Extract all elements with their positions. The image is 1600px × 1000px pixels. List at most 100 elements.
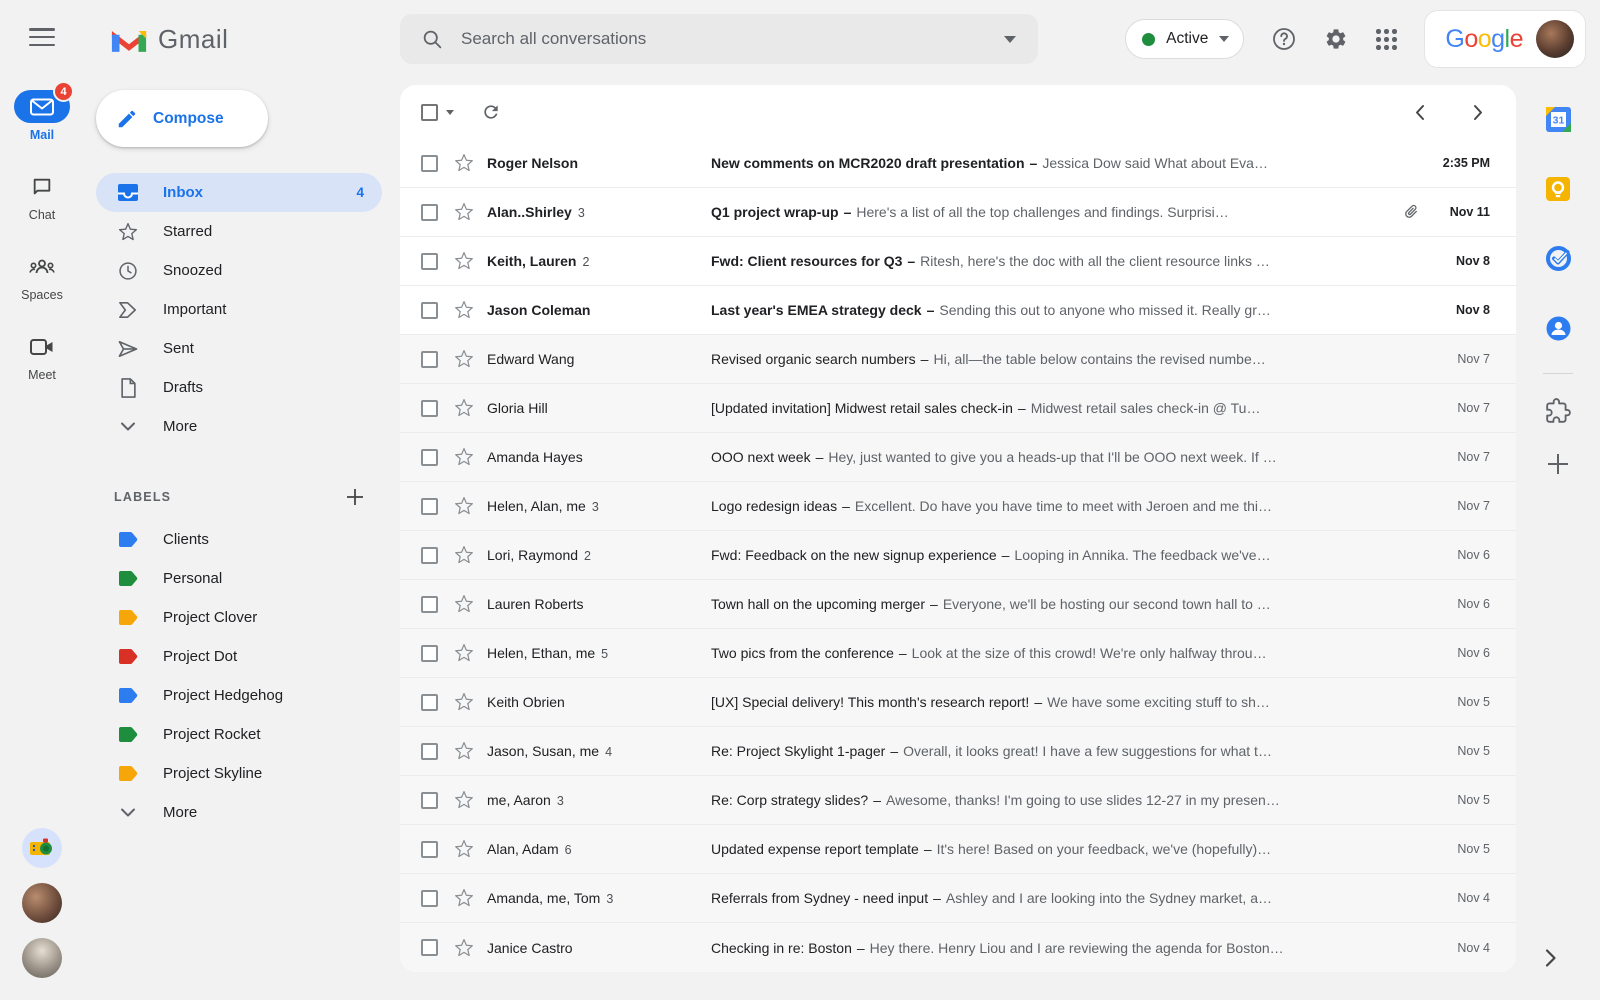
- row-checkbox[interactable]: [421, 546, 438, 564]
- row-checkbox[interactable]: [421, 252, 438, 270]
- mail-row[interactable]: Keith Obrien [UX] Special delivery! This…: [400, 678, 1516, 727]
- row-star-icon[interactable]: [454, 643, 474, 663]
- mail-row[interactable]: Janice Castro Checking in re: Boston – Hey…: [400, 923, 1516, 972]
- row-star-icon[interactable]: [454, 153, 474, 173]
- older-page-chevron-icon[interactable]: [1469, 104, 1486, 121]
- row-star-icon[interactable]: [454, 202, 474, 222]
- row-star-icon[interactable]: [454, 594, 474, 614]
- mail-row[interactable]: Helen, Ethan, me 5 Two pics from the conf…: [400, 629, 1516, 678]
- select-all-checkbox[interactable]: [421, 103, 438, 121]
- row-star-icon[interactable]: [454, 545, 474, 565]
- row-checkbox[interactable]: [421, 595, 438, 613]
- row-star-icon[interactable]: [454, 300, 474, 320]
- row-checkbox[interactable]: [421, 350, 438, 368]
- google-account-widget[interactable]: Google: [1424, 10, 1586, 68]
- sidebar-item-more[interactable]: More: [96, 407, 382, 446]
- tasks-icon[interactable]: [1545, 245, 1572, 272]
- row-checkbox[interactable]: [421, 840, 438, 858]
- rail-item-meet[interactable]: Meet: [14, 330, 70, 382]
- sidebar-label-item[interactable]: Project Rocket: [96, 715, 382, 754]
- refresh-icon[interactable]: [481, 102, 501, 122]
- row-checkbox[interactable]: [421, 448, 438, 466]
- row-star-icon[interactable]: [454, 398, 474, 418]
- row-subject-snippet: Revised organic search numbers – Hi, all—t…: [711, 351, 1266, 367]
- sidebar-label-item[interactable]: Clients: [96, 520, 382, 559]
- row-checkbox[interactable]: [421, 497, 438, 515]
- mail-row[interactable]: Gloria Hill [Updated invitation] Midwest…: [400, 384, 1516, 433]
- keep-icon[interactable]: [1545, 176, 1571, 202]
- row-checkbox[interactable]: [421, 939, 438, 956]
- sidebar-label-item[interactable]: Project Clover: [96, 598, 382, 637]
- mail-row[interactable]: Alan..Shirley 3 Q1 project wrap-up – Here's…: [400, 188, 1516, 237]
- mail-row[interactable]: Roger Nelson New comments on MCR2020 dra…: [400, 139, 1516, 188]
- row-checkbox[interactable]: [421, 889, 438, 907]
- search-options-chevron-icon[interactable]: [1004, 35, 1016, 43]
- mail-row[interactable]: Amanda Hayes OOO next week – Hey, just wan…: [400, 433, 1516, 482]
- row-star-icon[interactable]: [454, 349, 474, 369]
- newer-page-chevron-icon[interactable]: [1412, 104, 1429, 121]
- sidebar-item-sent[interactable]: Sent: [96, 329, 382, 368]
- row-star-icon[interactable]: [454, 496, 474, 516]
- sidebar-label-item[interactable]: Project Hedgehog: [96, 676, 382, 715]
- search-bar[interactable]: [400, 14, 1038, 64]
- row-star-icon[interactable]: [454, 447, 474, 467]
- mail-row[interactable]: me, Aaron 3 Re: Corp strategy slides? – Awe…: [400, 776, 1516, 825]
- status-selector[interactable]: Active: [1125, 19, 1245, 59]
- row-checkbox[interactable]: [421, 203, 438, 221]
- mail-row[interactable]: Jason Coleman Last year's EMEA strategy …: [400, 286, 1516, 335]
- compose-button[interactable]: Compose: [96, 90, 268, 147]
- contacts-icon[interactable]: [1545, 315, 1572, 342]
- row-checkbox[interactable]: [421, 301, 438, 319]
- mail-row[interactable]: Keith, Lauren 2 Fwd: Client resources for…: [400, 237, 1516, 286]
- addons-puzzle-icon[interactable]: [1545, 398, 1571, 424]
- mail-row[interactable]: Lori, Raymond 2 Fwd: Feedback on the new …: [400, 531, 1516, 580]
- user-avatar[interactable]: [1536, 20, 1574, 58]
- row-checkbox[interactable]: [421, 399, 438, 417]
- main-menu-icon[interactable]: [29, 28, 55, 46]
- rail-item-spaces[interactable]: Spaces: [14, 250, 70, 302]
- mail-row[interactable]: Lauren Roberts Town hall on the upcoming…: [400, 580, 1516, 629]
- row-star-icon[interactable]: [454, 251, 474, 271]
- create-label-plus-icon[interactable]: [346, 488, 364, 506]
- row-star-icon[interactable]: [454, 839, 474, 859]
- sidebar-label-item[interactable]: Project Dot: [96, 637, 382, 676]
- row-star-icon[interactable]: [454, 938, 474, 958]
- sidebar-label-item[interactable]: Personal: [96, 559, 382, 598]
- rail-item-chat[interactable]: Chat: [14, 170, 70, 222]
- sidebar-item-drafts[interactable]: Drafts: [96, 368, 382, 407]
- mail-row[interactable]: Jason, Susan, me 4 Re: Project Skylight 1…: [400, 727, 1516, 776]
- row-star-icon[interactable]: [454, 888, 474, 908]
- sidebar-item-important[interactable]: Important: [96, 290, 382, 329]
- contact-avatar-camera[interactable]: [22, 828, 62, 868]
- contact-avatar-man[interactable]: [22, 938, 62, 978]
- settings-gear-icon[interactable]: [1324, 27, 1348, 51]
- mail-row[interactable]: Edward Wang Revised organic search numbe…: [400, 335, 1516, 384]
- row-checkbox[interactable]: [421, 154, 438, 172]
- sidebar-item-inbox[interactable]: Inbox 4: [96, 173, 382, 212]
- search-input[interactable]: [461, 29, 986, 49]
- add-side-app-plus-icon[interactable]: [1546, 452, 1570, 476]
- help-icon[interactable]: [1272, 27, 1296, 51]
- sidebar-item-snoozed[interactable]: Snoozed: [96, 251, 382, 290]
- select-options-chevron-icon[interactable]: [446, 109, 454, 115]
- row-star-icon[interactable]: [454, 741, 474, 761]
- calendar-icon[interactable]: 31: [1545, 106, 1572, 133]
- row-star-icon[interactable]: [454, 790, 474, 810]
- contact-avatar-woman[interactable]: [22, 883, 62, 923]
- labels-list: Clients Personal Project Clover Project …: [84, 520, 400, 793]
- google-apps-icon[interactable]: [1376, 29, 1397, 50]
- mail-row[interactable]: Amanda, me, Tom 3 Referrals from Sydney -…: [400, 874, 1516, 923]
- row-star-icon[interactable]: [454, 692, 474, 712]
- row-checkbox[interactable]: [421, 791, 438, 809]
- row-checkbox[interactable]: [421, 644, 438, 662]
- search-icon[interactable]: [422, 29, 443, 50]
- sidebar-item-starred[interactable]: Starred: [96, 212, 382, 251]
- sidebar-label-item[interactable]: Project Skyline: [96, 754, 382, 793]
- row-checkbox[interactable]: [421, 693, 438, 711]
- row-checkbox[interactable]: [421, 742, 438, 760]
- show-side-panel-chevron-icon[interactable]: [1540, 948, 1560, 968]
- mail-row[interactable]: Alan, Adam 6 Updated expense report templ…: [400, 825, 1516, 874]
- labels-more[interactable]: More: [96, 793, 382, 832]
- mail-row[interactable]: Helen, Alan, me 3 Logo redesign ideas – Exc…: [400, 482, 1516, 531]
- rail-item-mail[interactable]: 4 Mail: [14, 81, 74, 142]
